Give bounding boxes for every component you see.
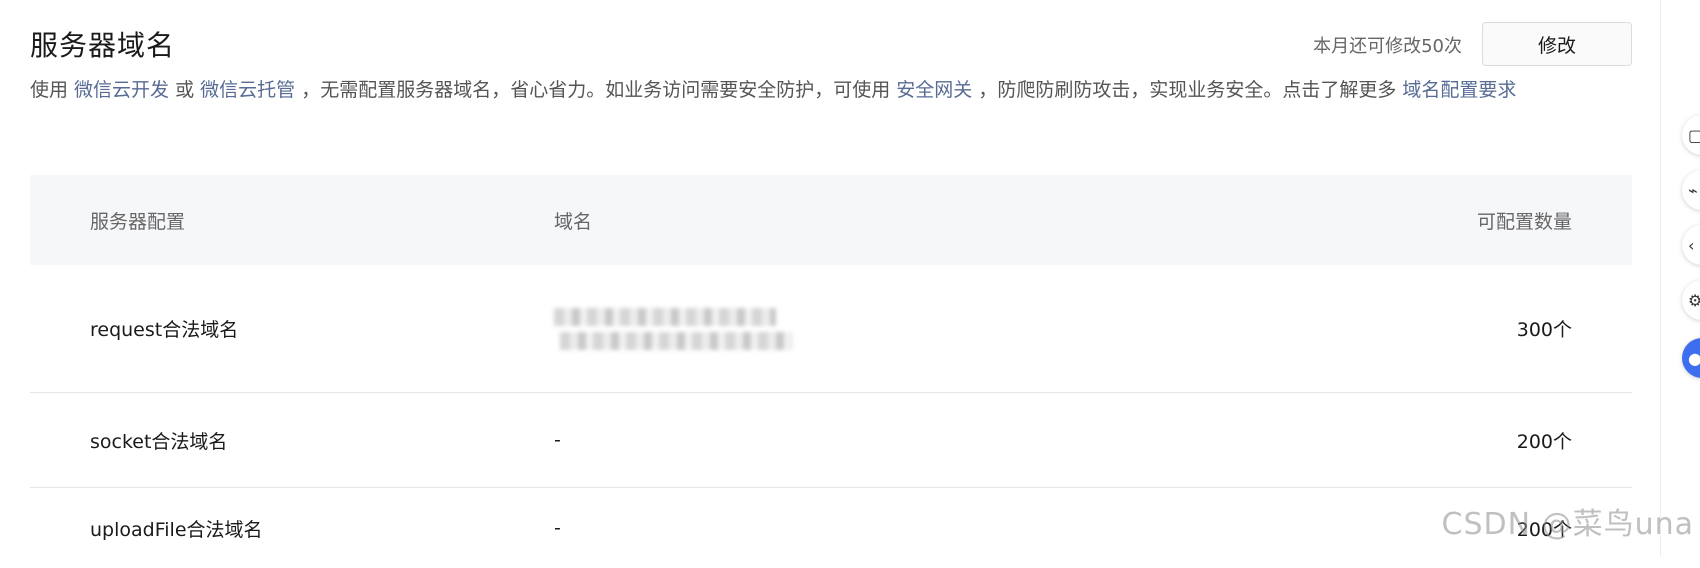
security-gateway-link[interactable]: 安全网关 — [896, 79, 972, 101]
description: 使用 微信云开发 或 微信云托管 ，无需配置服务器域名，省心省力。如业务访问需要… — [30, 74, 1640, 107]
cloud-hosting-link[interactable]: 微信云托管 — [200, 79, 295, 101]
row-config: socket合法域名 — [90, 430, 228, 453]
watermark: CSDN @菜鸟una — [1441, 507, 1694, 542]
edit-button[interactable]: 修改 — [1482, 22, 1632, 66]
table-row: uploadFile合法域名 - 200个 — [30, 488, 1632, 568]
cloud-dev-link[interactable]: 微信云开发 — [74, 79, 169, 101]
row-count: 300个 — [1516, 319, 1572, 341]
share-icon[interactable]: ‹ — [1682, 225, 1700, 265]
copy-icon[interactable]: ▢ — [1682, 115, 1700, 155]
row-config: uploadFile合法域名 — [90, 518, 263, 541]
table-header: 服务器配置 域名 可配置数量 — [30, 175, 1632, 265]
row-config: request合法域名 — [90, 319, 239, 341]
description-text: 或 — [169, 79, 201, 101]
row-count: 200个 — [1516, 430, 1572, 453]
description-text: 使用 — [30, 79, 75, 101]
row-domain: - — [554, 517, 561, 539]
description-text: ，防爬防刷防攻击，实现业务安全。点击了解更多 — [972, 79, 1403, 101]
table-row: request合法域名 300个 — [30, 265, 1632, 393]
header-count: 可配置数量 — [1476, 210, 1572, 233]
table-row: socket合法域名 - 200个 — [30, 393, 1632, 488]
redacted-domain-line — [560, 331, 792, 350]
header-config: 服务器配置 — [90, 210, 186, 233]
description-text: ，无需配置服务器域名，省心省力。如业务访问需要安全防护，可使用 — [295, 79, 897, 101]
domain-table: 服务器配置 域名 可配置数量 request合法域名 300个 socket合法… — [30, 175, 1632, 568]
scroll-rail — [1660, 0, 1661, 557]
row-domain: - — [554, 429, 561, 451]
row-domain-redacted — [554, 302, 1332, 356]
header-domain: 域名 — [554, 210, 593, 233]
page-title: 服务器域名 — [30, 29, 176, 62]
link-icon[interactable]: ⌁ — [1682, 170, 1700, 210]
settings-icon[interactable]: ⚙ — [1682, 280, 1700, 320]
redacted-domain-line — [554, 307, 776, 326]
quota-text: 本月还可修改50次 — [1313, 36, 1462, 57]
assistant-icon[interactable]: ● — [1682, 338, 1700, 378]
domain-requirements-link[interactable]: 域名配置要求 — [1402, 79, 1516, 101]
